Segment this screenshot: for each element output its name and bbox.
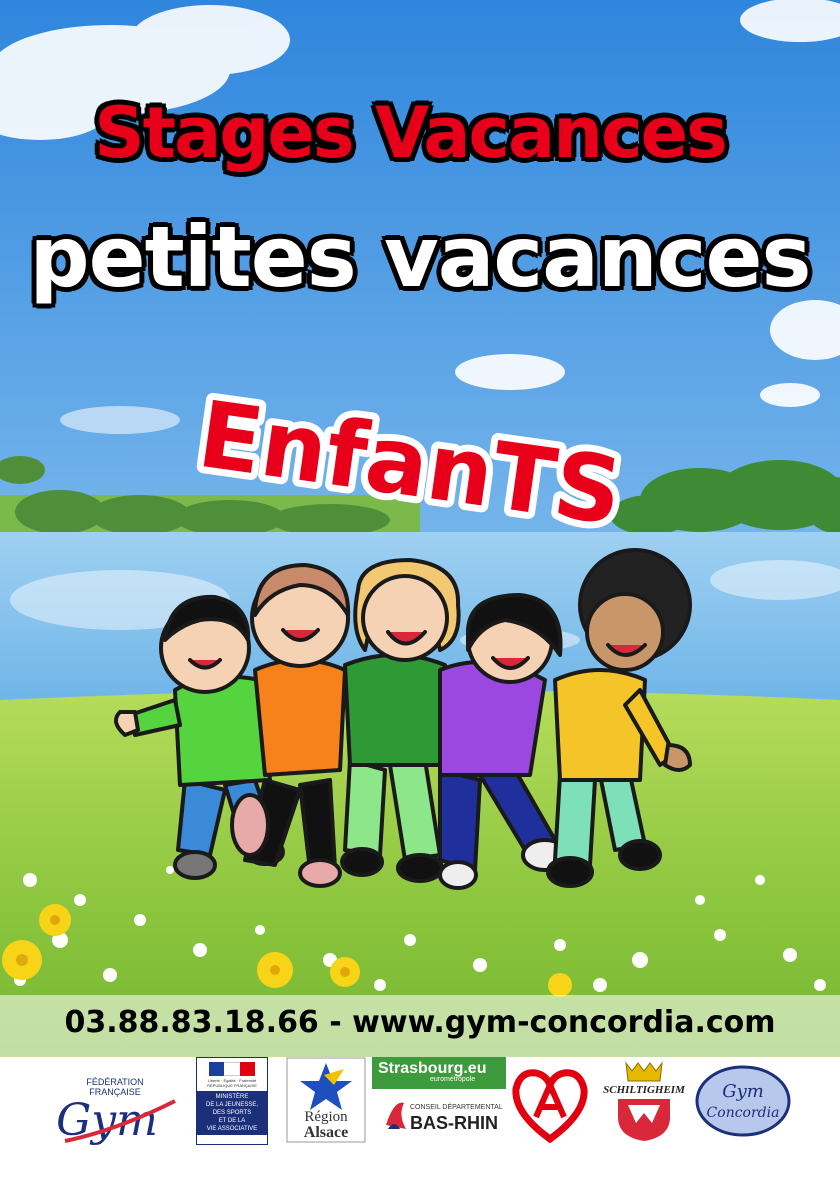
sponsor-logos: FÉDÉRATION FRANÇAISE Gym Liberté · Égali… <box>0 1057 840 1188</box>
svg-text:FÉDÉRATION: FÉDÉRATION <box>86 1077 143 1087</box>
gym-concordia-logo: Gym Concordia <box>695 1065 791 1137</box>
ministere-logo: Liberté · Égalité · Fraternité RÉPUBLIQU… <box>196 1057 268 1145</box>
svg-text:Alsace: Alsace <box>304 1124 348 1141</box>
bas-rhin-logo: CONSEIL DÉPARTEMENTAL BAS-RHIN <box>386 1102 503 1133</box>
region-alsace-logo: Région Alsace <box>286 1057 366 1143</box>
svg-text:BAS-RHIN: BAS-RHIN <box>410 1113 498 1133</box>
contact-info: 03.88.83.18.66 - www.gym-concordia.com <box>64 1005 776 1040</box>
strasbourg-logo: Strasbourg.eu eurométropole <box>372 1057 506 1089</box>
svg-text:Gym: Gym <box>722 1081 764 1102</box>
enfants-text: EnfanTS <box>192 381 628 546</box>
svg-text:Région: Région <box>304 1109 348 1125</box>
title-petites-vacances: petites vacances <box>29 208 812 306</box>
svg-text:Concordia: Concordia <box>707 1105 780 1121</box>
enfants-banner: EnfanTS <box>185 380 635 550</box>
schiltigheim-logo: SCHILTIGHEIM <box>603 1061 686 1141</box>
alsace-heart-logo <box>512 1069 588 1143</box>
title-stages-vacances: Stages Vacances <box>94 92 728 174</box>
svg-text:CONSEIL DÉPARTEMENTAL: CONSEIL DÉPARTEMENTAL <box>410 1102 503 1111</box>
svg-text:SCHILTIGHEIM: SCHILTIGHEIM <box>603 1084 686 1096</box>
ffg-logo: FÉDÉRATION FRANÇAISE Gym <box>56 1077 176 1146</box>
